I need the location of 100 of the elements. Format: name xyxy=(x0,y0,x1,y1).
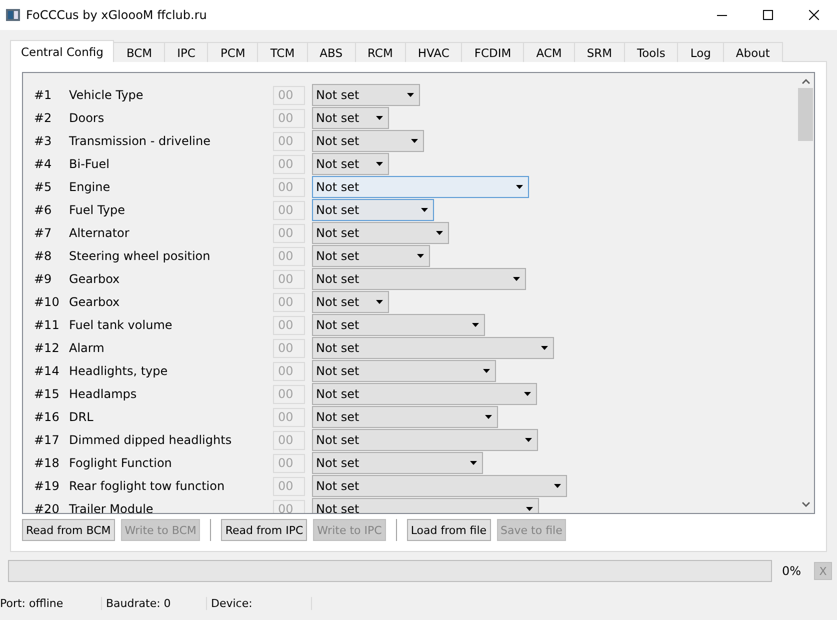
caret-icon xyxy=(436,231,443,235)
caret-icon xyxy=(470,461,477,465)
action-button[interactable]: Read from BCM xyxy=(22,519,115,541)
caret-icon xyxy=(421,208,428,212)
row-number: #7 xyxy=(34,226,53,240)
row-label: Trailer Module xyxy=(69,502,154,513)
dropdown[interactable]: Not set xyxy=(312,498,539,513)
dropdown[interactable]: Not set xyxy=(312,84,420,106)
row-number: #9 xyxy=(34,272,53,286)
status-text: Baudrate: 0 xyxy=(102,596,207,610)
row-number: #14 xyxy=(34,364,60,378)
tab[interactable]: Tools xyxy=(624,42,678,62)
dropdown[interactable]: Not set xyxy=(312,107,389,129)
tab[interactable]: ACM xyxy=(523,42,575,62)
scroll-down-icon[interactable] xyxy=(802,502,810,507)
row-number: #1 xyxy=(34,88,53,102)
row-number: #5 xyxy=(34,180,53,194)
row-label: Vehicle Type xyxy=(69,88,144,102)
tab[interactable]: TCM xyxy=(257,42,308,62)
dropdown[interactable]: Not set xyxy=(312,337,554,359)
row-label: Rear foglight tow function xyxy=(69,479,226,493)
status-text: Port: offline xyxy=(0,596,102,610)
row-label: Fuel tank volume xyxy=(69,318,174,332)
row-number: #3 xyxy=(34,134,53,148)
row-label: Bi-Fuel xyxy=(69,157,110,171)
row-label: Transmission - driveline xyxy=(69,134,212,148)
dropdown[interactable]: Not set xyxy=(312,360,496,382)
dropdown[interactable]: Not set xyxy=(312,314,485,336)
row-label: Engine xyxy=(69,180,112,194)
row-label: Fuel Type xyxy=(69,203,126,217)
caret-icon xyxy=(407,93,414,97)
dropdown[interactable]: Not set xyxy=(312,153,389,175)
row-label: Steering wheel position xyxy=(69,249,212,263)
caret-icon xyxy=(554,484,561,488)
tab[interactable]: BCM xyxy=(113,42,166,62)
dropdown[interactable]: Not set xyxy=(312,176,529,198)
dropdown[interactable]: Not set xyxy=(312,199,434,221)
row-number: #10 xyxy=(34,295,60,309)
tab[interactable]: Log xyxy=(677,42,724,62)
scroll-up-icon[interactable] xyxy=(802,79,810,84)
row-label: Alarm xyxy=(69,341,106,355)
row-number: #6 xyxy=(34,203,53,217)
caret-icon xyxy=(411,139,418,143)
row-label: Gearbox xyxy=(69,272,121,286)
caret-icon xyxy=(376,300,383,304)
scroll-thumb[interactable] xyxy=(798,88,813,141)
caret-icon xyxy=(483,369,490,373)
row-label: Headlights, type xyxy=(69,364,169,378)
row-number: #8 xyxy=(34,249,53,263)
row-label: Headlamps xyxy=(69,387,138,401)
caret-icon xyxy=(485,415,492,419)
dropdown[interactable]: Not set xyxy=(312,475,567,497)
row-number: #19 xyxy=(34,479,60,493)
action-button[interactable]: Read from IPC xyxy=(221,519,308,541)
tab[interactable]: About xyxy=(722,42,783,62)
row-label: Doors xyxy=(69,111,106,125)
row-number: #2 xyxy=(34,111,53,125)
row-label: Alternator xyxy=(69,226,130,240)
caret-icon xyxy=(376,116,383,120)
dropdown[interactable]: Not set xyxy=(312,452,483,474)
caret-icon xyxy=(513,277,520,281)
progress-reading: 0% xyxy=(782,564,802,578)
dropdown[interactable]: Not set xyxy=(312,291,389,313)
tab[interactable]: SRM xyxy=(574,42,626,62)
caret-icon xyxy=(472,323,479,327)
row-label: Gearbox xyxy=(69,295,121,309)
dropdown[interactable]: Not set xyxy=(312,406,498,428)
close-icon xyxy=(809,10,819,20)
row-number: #16 xyxy=(34,410,60,424)
row-label: Foglight Function xyxy=(69,456,173,470)
tab[interactable]: ABS xyxy=(306,42,356,62)
caret-icon xyxy=(541,346,548,350)
row-label: DRL xyxy=(69,410,94,424)
tab[interactable]: HVAC xyxy=(404,42,462,62)
caret-icon xyxy=(417,254,424,258)
action-button[interactable]: Load from file xyxy=(406,519,491,541)
maximize-icon xyxy=(763,10,773,20)
dropdown[interactable]: Not set xyxy=(312,383,537,405)
window-title: FoCCCus by xGloooM ffclub.ru xyxy=(26,8,207,22)
dropdown[interactable]: Not set xyxy=(312,222,449,244)
row-number: #12 xyxy=(34,341,60,355)
tab[interactable]: PCM xyxy=(207,42,258,62)
dropdown[interactable]: Not set xyxy=(312,130,424,152)
row-number: #18 xyxy=(34,456,60,470)
dropdown[interactable]: Not set xyxy=(312,245,430,267)
dropdown[interactable]: Not set xyxy=(312,268,526,290)
tab[interactable]: IPC xyxy=(164,42,208,62)
row-number: #4 xyxy=(34,157,53,171)
app-icon xyxy=(6,9,20,21)
caret-icon xyxy=(526,507,533,511)
tab[interactable]: FCDIM xyxy=(461,42,524,62)
tab[interactable]: RCM xyxy=(354,42,406,62)
caret-icon xyxy=(525,438,532,442)
row-number: #17 xyxy=(34,433,60,447)
row-number: #11 xyxy=(34,318,60,332)
tab[interactable]: Central Config xyxy=(10,40,114,62)
row-label: Dimmed dipped headlights xyxy=(69,433,233,447)
row-number: #15 xyxy=(34,387,60,401)
dropdown[interactable]: Not set xyxy=(312,429,538,451)
status-text: Device: xyxy=(207,596,312,610)
